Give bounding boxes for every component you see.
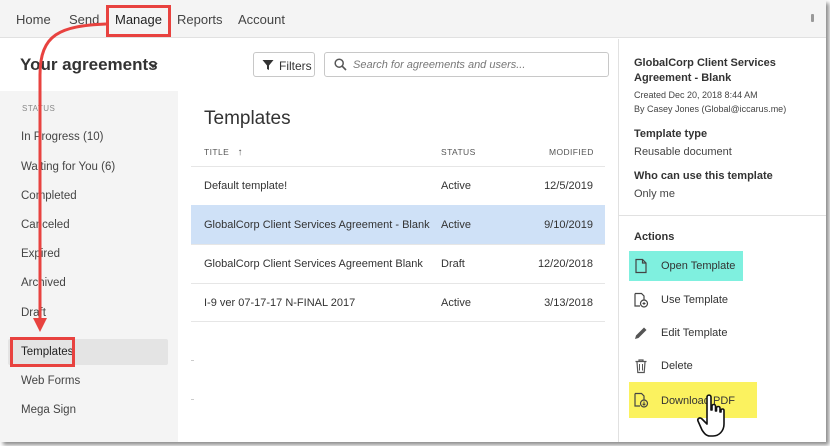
- table-row[interactable]: Default template! Active 12/5/2019: [191, 166, 605, 205]
- pencil-icon: [633, 325, 649, 341]
- filters-button[interactable]: Filters: [253, 52, 315, 77]
- row-title: Default template!: [204, 180, 288, 192]
- page-header: Your agreements Filters: [0, 39, 618, 91]
- action-label: Edit Template: [661, 327, 728, 339]
- detail-type-label: Template type: [634, 128, 708, 140]
- col-status-header[interactable]: STATUS: [441, 147, 476, 157]
- divider: [191, 399, 194, 400]
- filters-label: Filters: [279, 59, 312, 73]
- nav-account[interactable]: Account: [238, 12, 285, 27]
- row-status: Draft: [441, 258, 465, 270]
- action-label: Open Template: [661, 260, 736, 272]
- action-label: Delete: [661, 360, 693, 372]
- table-row[interactable]: I-9 ver 07-17-17 N-FINAL 2017 Active 3/1…: [191, 283, 605, 322]
- row-modified: 12/20/2018: [537, 258, 593, 270]
- chevron-down-icon[interactable]: [148, 57, 158, 72]
- row-title: GlobalCorp Client Services Agreement - B…: [204, 219, 430, 231]
- open-template-button[interactable]: Open Template: [629, 251, 743, 281]
- status-section-label: STATUS: [22, 104, 56, 113]
- list-title: Templates: [204, 108, 291, 129]
- row-status: Active: [441, 180, 471, 192]
- actions-label: Actions: [634, 231, 675, 243]
- app-window: Home Send Manage Reports Account Your ag…: [0, 0, 826, 442]
- download-pdf-button[interactable]: Download PDF: [629, 382, 757, 418]
- sidebar-item-completed[interactable]: Completed: [8, 183, 168, 209]
- search-input[interactable]: [353, 56, 603, 74]
- col-modified-header[interactable]: MODIFIED: [549, 147, 594, 157]
- table-row-selected[interactable]: GlobalCorp Client Services Agreement - B…: [191, 205, 605, 244]
- table-row[interactable]: GlobalCorp Client Services Agreement Bla…: [191, 244, 605, 283]
- nav-reports[interactable]: Reports: [177, 12, 223, 27]
- page-title[interactable]: Your agreements: [20, 55, 158, 75]
- col-title-label: TITLE: [204, 147, 230, 157]
- detail-who-label: Who can use this template: [634, 170, 773, 182]
- sidebar-item-in-progress[interactable]: In Progress (10): [8, 124, 168, 150]
- detail-who-value: Only me: [634, 188, 675, 200]
- search-box[interactable]: [324, 52, 609, 77]
- row-modified: 3/13/2018: [544, 297, 593, 309]
- detail-type-value: Reusable document: [634, 146, 732, 158]
- use-template-icon: [633, 292, 649, 308]
- sidebar-item-waiting[interactable]: Waiting for You (6): [8, 154, 168, 180]
- action-label: Download PDF: [661, 395, 735, 407]
- row-title: I-9 ver 07-17-17 N-FINAL 2017: [204, 297, 356, 309]
- trash-icon: [633, 358, 649, 374]
- sidebar-item-canceled[interactable]: Canceled: [8, 212, 168, 238]
- nav-send[interactable]: Send: [69, 12, 99, 27]
- sidebar-item-draft[interactable]: Draft: [8, 300, 168, 326]
- row-status: Active: [441, 297, 471, 309]
- search-icon: [334, 58, 347, 76]
- divider: [619, 215, 826, 216]
- sidebar-item-web-forms[interactable]: Web Forms: [8, 368, 168, 394]
- nav-home[interactable]: Home: [16, 12, 51, 27]
- sidebar-item-archived[interactable]: Archived: [8, 270, 168, 296]
- row-modified: 9/10/2019: [544, 219, 593, 231]
- col-title-header[interactable]: TITLE ↑: [204, 147, 243, 158]
- sidebar-item-expired[interactable]: Expired: [8, 241, 168, 267]
- download-pdf-icon: [633, 392, 649, 408]
- action-label: Use Template: [661, 294, 729, 306]
- sort-asc-icon: ↑: [237, 147, 243, 158]
- edit-template-button[interactable]: Edit Template: [629, 318, 757, 348]
- manage-highlight-box: [106, 5, 171, 37]
- detail-author: By Casey Jones (Global@iccarus.me): [634, 104, 787, 114]
- filter-icon: [262, 59, 274, 74]
- row-modified: 12/5/2019: [544, 180, 593, 192]
- divider: [191, 360, 194, 361]
- detail-title: GlobalCorp Client Services Agreement - B…: [634, 57, 776, 84]
- templates-highlight-box: [10, 337, 75, 367]
- sidebar-item-mega-sign[interactable]: Mega Sign: [8, 397, 168, 423]
- row-title: GlobalCorp Client Services Agreement Bla…: [204, 258, 423, 270]
- document-icon: [633, 258, 649, 274]
- delete-button[interactable]: Delete: [629, 351, 757, 381]
- row-status: Active: [441, 219, 471, 231]
- use-template-button[interactable]: Use Template: [629, 285, 757, 315]
- detail-created: Created Dec 20, 2018 8:44 AM: [634, 90, 758, 100]
- more-icon[interactable]: [811, 14, 814, 22]
